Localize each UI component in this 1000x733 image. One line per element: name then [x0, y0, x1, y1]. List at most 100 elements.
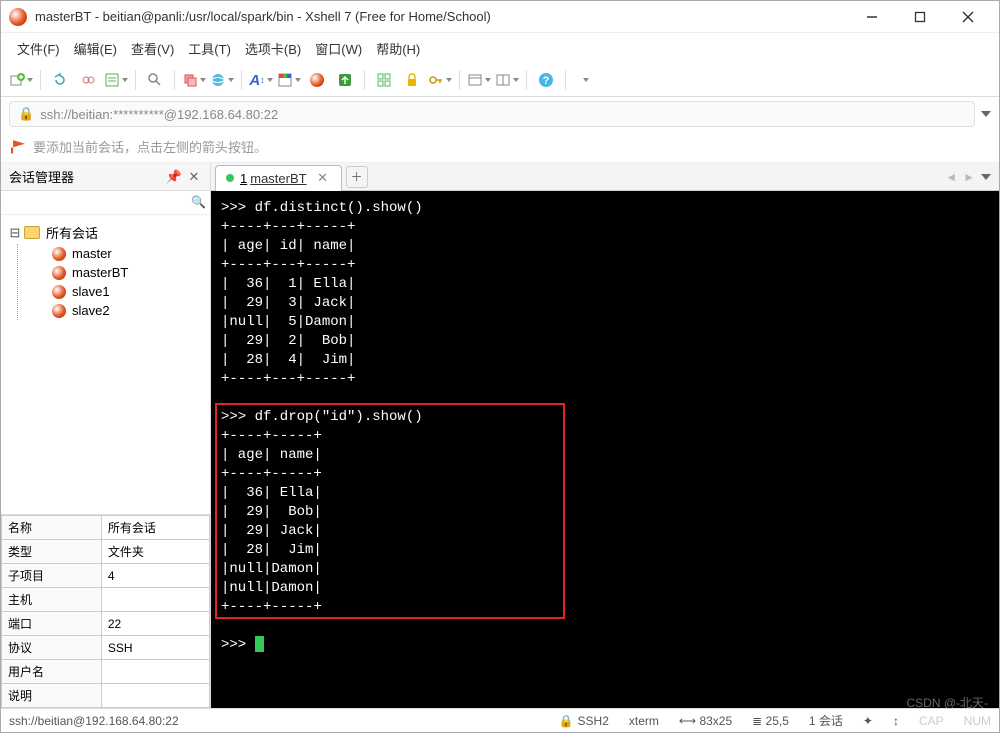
- session-properties: 名称所有会话 类型文件夹 子项目4 主机 端口22 协议SSH 用户名 说明: [1, 514, 210, 708]
- xshell-icon-button[interactable]: [305, 68, 329, 92]
- tab-strip: 1 masterBT ✕ ＋ ◄ ►: [211, 163, 999, 191]
- find-button[interactable]: [143, 68, 167, 92]
- tree-session-master[interactable]: master: [18, 244, 206, 263]
- lock-button[interactable]: [400, 68, 424, 92]
- menu-edit[interactable]: 编辑(E): [68, 37, 123, 60]
- prop-row: 说明: [2, 684, 210, 708]
- tree-session-slave2[interactable]: slave2: [18, 301, 206, 320]
- status-path: ssh://beitian@192.168.64.80:22: [9, 714, 179, 728]
- chevron-down-icon: [513, 78, 519, 82]
- panel-close-button[interactable]: ✕: [186, 169, 202, 185]
- status-num: NUM: [964, 714, 991, 728]
- xftp-button[interactable]: [333, 68, 357, 92]
- keys-button[interactable]: [428, 68, 452, 92]
- notice-text: 要添加当前会话，点击左侧的箭头按钮。: [33, 137, 267, 156]
- status-sessions: 1 会话: [809, 712, 843, 729]
- svg-text:?: ?: [543, 75, 550, 87]
- panel-title: 会话管理器: [9, 167, 74, 186]
- prop-row: 类型文件夹: [2, 540, 210, 564]
- menu-view[interactable]: 查看(V): [125, 37, 180, 60]
- session-search: 🔍: [1, 191, 210, 215]
- search-input[interactable]: [5, 195, 191, 210]
- window-title: masterBT - beitian@panli:/usr/local/spar…: [35, 9, 849, 24]
- tree-item-label: master: [72, 246, 112, 261]
- toolbar-overflow-button[interactable]: [573, 68, 597, 92]
- terminal-cursor: [255, 636, 264, 652]
- folder-icon: [24, 226, 40, 239]
- disconnect-button[interactable]: [76, 68, 100, 92]
- menu-window[interactable]: 窗口(W): [309, 37, 368, 60]
- menu-file[interactable]: 文件(F): [11, 37, 66, 60]
- font-button[interactable]: A↕: [249, 68, 273, 92]
- address-history-button[interactable]: [981, 111, 991, 117]
- tab-prev-button[interactable]: ◄: [945, 170, 957, 184]
- tree-item-label: slave1: [72, 284, 110, 299]
- window-titlebar: masterBT - beitian@panli:/usr/local/spar…: [1, 1, 999, 33]
- flag-icon: [11, 140, 25, 154]
- chevron-down-icon: [122, 78, 128, 82]
- session-icon: [52, 247, 66, 261]
- search-icon: 🔍: [191, 195, 206, 210]
- layout-button[interactable]: [467, 68, 491, 92]
- tree-session-masterbt[interactable]: masterBT: [18, 263, 206, 282]
- chevron-down-icon: [27, 78, 33, 82]
- terminal-prompt: >>>: [221, 637, 255, 653]
- tab-index: 1: [240, 171, 247, 186]
- minimize-button[interactable]: [849, 3, 895, 31]
- prop-row: 端口22: [2, 612, 210, 636]
- toolbar: A↕ ?: [1, 64, 999, 97]
- properties-button[interactable]: [104, 68, 128, 92]
- session-icon: [52, 285, 66, 299]
- menu-tools[interactable]: 工具(T): [182, 37, 237, 60]
- tab-next-button[interactable]: ►: [963, 170, 975, 184]
- prop-row: 名称所有会话: [2, 516, 210, 540]
- paste-button[interactable]: [210, 68, 234, 92]
- menu-help[interactable]: 帮助(H): [370, 37, 426, 60]
- main-area: 1 masterBT ✕ ＋ ◄ ► >>> df.distinct().sho…: [211, 163, 999, 708]
- tab-list-button[interactable]: [981, 174, 991, 180]
- new-tab-button[interactable]: ＋: [346, 166, 368, 188]
- session-tree: ⊟ 所有会话 master masterBT slave1 slave2: [1, 215, 210, 514]
- app-icon: [9, 8, 27, 26]
- reconnect-button[interactable]: [48, 68, 72, 92]
- terminal[interactable]: >>> df.distinct().show() +----+---+-----…: [211, 191, 999, 708]
- chevron-down-icon: [485, 78, 491, 82]
- prop-row: 协议SSH: [2, 636, 210, 660]
- session-icon: [52, 304, 66, 318]
- tree-session-slave1[interactable]: slave1: [18, 282, 206, 301]
- status-size: 83x25: [699, 714, 732, 728]
- close-button[interactable]: [945, 3, 991, 31]
- chevron-down-icon: [200, 78, 206, 82]
- status-proto: SSH2: [578, 714, 609, 728]
- status-cursor: 25,5: [766, 714, 789, 728]
- new-session-button[interactable]: [9, 68, 33, 92]
- tree-root[interactable]: ⊟ 所有会话: [5, 221, 206, 244]
- tile-button[interactable]: [495, 68, 519, 92]
- status-cap: CAP: [919, 714, 944, 728]
- copy-button[interactable]: [182, 68, 206, 92]
- maximize-button[interactable]: [897, 3, 943, 31]
- tab-masterbt[interactable]: 1 masterBT ✕: [215, 165, 342, 191]
- terminal-output-2: >>> df.drop("id").show() +----+-----+ | …: [221, 409, 423, 615]
- colorscheme-button[interactable]: [277, 68, 301, 92]
- menu-tabs[interactable]: 选项卡(B): [239, 37, 307, 60]
- fullscreen-button[interactable]: [372, 68, 396, 92]
- prop-row: 子项目4: [2, 564, 210, 588]
- pin-button[interactable]: 📌: [166, 169, 182, 185]
- chevron-down-icon: [295, 78, 301, 82]
- address-input[interactable]: 🔒 ssh://beitian:**********@192.168.64.80…: [9, 101, 975, 127]
- chevron-down-icon: [446, 78, 452, 82]
- tree-item-label: slave2: [72, 303, 110, 318]
- status-bar: ssh://beitian@192.168.64.80:22 🔒SSH2 xte…: [1, 708, 999, 732]
- session-icon: [52, 266, 66, 280]
- help-button[interactable]: ?: [534, 68, 558, 92]
- collapse-icon[interactable]: ⊟: [9, 225, 21, 241]
- tab-label: masterBT: [250, 171, 306, 186]
- notice-bar: 要添加当前会话，点击左侧的箭头按钮。: [1, 131, 999, 163]
- prop-row: 用户名: [2, 660, 210, 684]
- chevron-down-icon: [583, 78, 589, 82]
- tab-close-button[interactable]: ✕: [315, 170, 331, 186]
- tree-root-label: 所有会话: [46, 223, 98, 242]
- prop-row: 主机: [2, 588, 210, 612]
- status-term: xterm: [629, 714, 659, 728]
